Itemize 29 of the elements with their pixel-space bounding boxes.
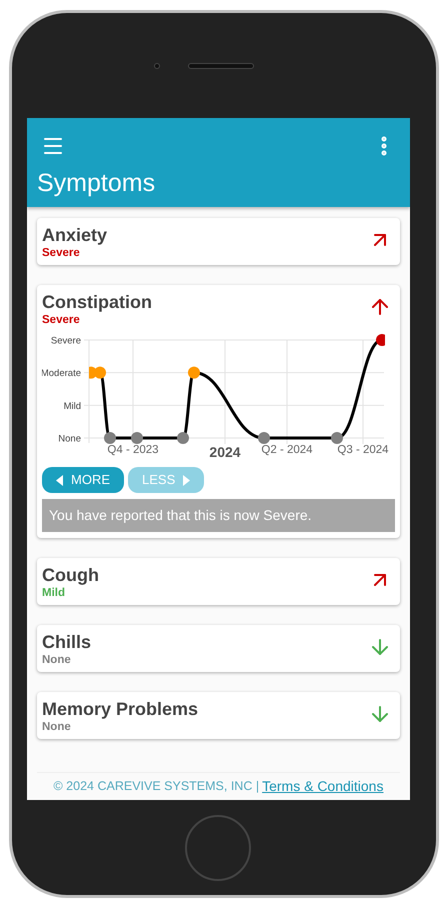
symptom-name: Anxiety xyxy=(42,224,108,246)
x-axis-label: Q3 - 2024 xyxy=(337,444,389,456)
severity-label: Severe xyxy=(42,246,81,260)
severity-label: None xyxy=(42,653,72,667)
x-axis-label: Q2 - 2024 xyxy=(261,444,313,456)
symptom-card[interactable]: Anxiety Severe xyxy=(37,218,400,265)
speaker-slot xyxy=(188,62,254,68)
y-axis-label: Mild xyxy=(64,400,81,412)
symptom-card[interactable]: Cough Mild xyxy=(37,558,400,605)
severity-label: Severe xyxy=(42,313,81,327)
symptom-name: Constipation xyxy=(42,291,152,313)
left-triangle-icon xyxy=(56,474,63,486)
x-axis-label: Q4 - 2023 xyxy=(107,444,159,456)
x-axis-label: 2024 xyxy=(209,444,241,460)
symptom-name: Cough xyxy=(42,564,99,586)
copyright-text: © 2024 CAREVIVE SYSTEMS, INC | xyxy=(54,778,260,796)
severity-label: None xyxy=(42,720,72,734)
y-axis-label: None xyxy=(58,434,81,444)
symptom-card[interactable]: Chills None xyxy=(37,625,400,672)
severity-label: Mild xyxy=(42,586,66,600)
page-title: Symptoms xyxy=(37,168,156,198)
right-triangle-icon xyxy=(183,474,190,486)
message-bar: You have reported that this is now Severe. xyxy=(42,499,395,532)
symptom-name: Memory Problems xyxy=(42,698,198,720)
symptom-name: Chills xyxy=(42,631,92,653)
y-axis-label: Moderate xyxy=(42,368,81,380)
symptom-card[interactable]: Memory Problems None xyxy=(37,692,400,739)
y-axis-label: Severe xyxy=(50,336,81,346)
home-button[interactable] xyxy=(185,814,251,880)
